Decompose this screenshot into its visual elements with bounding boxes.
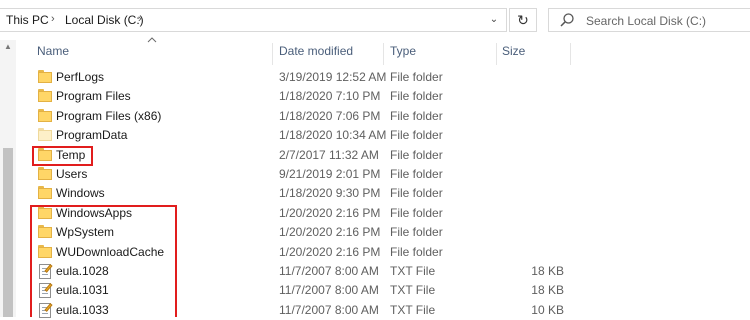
navigation-pane-scrollbar[interactable]: ▲ [0, 40, 16, 317]
address-bar[interactable]: This PC › Local Disk (C:) › ⌄ [0, 8, 507, 32]
text-file-icon [38, 302, 53, 318]
file-date-modified: 11/7/2007 8:00 AM [279, 283, 379, 298]
file-type: File folder [390, 225, 443, 240]
folder-icon [38, 167, 52, 180]
file-name: Program Files (x86) [56, 108, 162, 123]
file-date-modified: 1/18/2020 7:06 PM [279, 108, 381, 123]
file-type: TXT File [390, 264, 436, 278]
column-header-name[interactable]: Name [37, 44, 69, 64]
file-name: PerfLogs [56, 70, 105, 84]
file-size: 10 KB [531, 302, 564, 317]
file-type: File folder [390, 108, 443, 123]
file-row[interactable]: PerfLogs 3/19/2019 12:52 AM File folder [16, 68, 750, 87]
breadcrumb-this-pc[interactable]: This PC [6, 13, 49, 27]
file-row[interactable]: WindowsApps 1/20/2020 2:16 PM File folder [16, 204, 750, 223]
file-name: eula.1031 [56, 283, 109, 298]
file-date-modified: 11/7/2007 8:00 AM [279, 302, 379, 317]
folder-icon [38, 225, 52, 239]
file-name: WpSystem [56, 225, 115, 240]
file-name: Temp [56, 147, 86, 162]
file-name: ProgramData [56, 128, 128, 143]
search-icon [560, 13, 574, 27]
breadcrumb-local-disk[interactable]: Local Disk (C:) [65, 13, 144, 27]
text-file-icon [38, 264, 53, 279]
scrollbar-thumb[interactable] [3, 148, 13, 317]
file-name: WindowsApps [56, 205, 133, 220]
column-divider[interactable] [383, 43, 384, 65]
file-row[interactable]: Program Files 1/18/2020 7:10 PM File folde… [16, 87, 750, 106]
folder-icon [38, 70, 52, 83]
file-date-modified: 1/18/2020 7:10 PM [279, 89, 381, 104]
file-type: File folder [390, 128, 443, 143]
column-header-date[interactable]: Date modified [279, 44, 353, 64]
folder-icon [38, 108, 52, 122]
file-type: File folder [390, 70, 443, 84]
file-row[interactable]: eula.1028 11/7/2007 8:00 AM TXT File 18 KB [16, 262, 750, 281]
file-row[interactable]: ProgramData 1/18/2020 10:34 AM File folder [16, 126, 750, 145]
column-header-size[interactable]: Size [502, 44, 525, 64]
column-divider[interactable] [570, 43, 571, 65]
file-type: File folder [390, 205, 443, 220]
file-type: File folder [390, 244, 443, 259]
file-date-modified: 1/20/2020 2:16 PM [279, 244, 381, 259]
file-row[interactable]: Users 9/21/2019 2:01 PM File folder [16, 165, 750, 184]
column-divider[interactable] [272, 43, 273, 65]
file-date-modified: 1/18/2020 10:34 AM [279, 128, 387, 143]
refresh-icon: ↻ [517, 12, 529, 28]
folder-icon [38, 89, 52, 103]
chevron-right-icon[interactable]: › [51, 13, 55, 25]
file-type: TXT File [390, 283, 436, 298]
file-date-modified: 1/20/2020 2:16 PM [279, 225, 381, 240]
file-row[interactable]: WUDownloadCache 1/20/2020 2:16 PM File fol… [16, 243, 750, 262]
file-type: File folder [390, 147, 443, 162]
file-row[interactable]: Windows 1/18/2020 9:30 PM File folder [16, 184, 750, 203]
file-row[interactable]: Temp 2/7/2017 11:32 AM File folder [16, 146, 750, 165]
chevron-down-icon[interactable]: ⌄ [487, 13, 501, 27]
file-date-modified: 1/18/2020 9:30 PM [279, 186, 381, 201]
file-type: TXT File [390, 302, 436, 317]
text-file-icon [38, 283, 53, 299]
folder-icon [38, 244, 52, 258]
file-name: eula.1033 [56, 302, 109, 317]
column-divider[interactable] [496, 43, 497, 65]
folder-icon [38, 186, 52, 200]
file-name: Windows [56, 186, 105, 201]
file-name: eula.1028 [56, 264, 109, 278]
file-name: WUDownloadCache [56, 244, 165, 259]
file-date-modified: 1/20/2020 2:16 PM [279, 205, 381, 220]
file-date-modified: 2/7/2017 11:32 AM [279, 147, 379, 162]
folder-icon [38, 205, 52, 219]
search-input[interactable]: Search Local Disk (C:) [586, 14, 706, 28]
file-type: File folder [390, 167, 443, 181]
file-row[interactable]: eula.1031 11/7/2007 8:00 AM TXT File 18 KB [16, 281, 750, 300]
file-date-modified: 11/7/2007 8:00 AM [279, 264, 379, 278]
folder-icon [38, 147, 52, 161]
file-row[interactable]: WpSystem 1/20/2020 2:16 PM File folder [16, 223, 750, 242]
file-type: File folder [390, 186, 443, 201]
chevron-right-icon[interactable]: › [138, 13, 142, 25]
file-type: File folder [390, 89, 443, 104]
file-row[interactable]: Program Files (x86) 1/18/2020 7:06 PM File… [16, 107, 750, 126]
file-name: Program Files [56, 89, 131, 104]
folder-icon [38, 128, 52, 142]
file-size: 18 KB [531, 264, 564, 278]
column-header-type[interactable]: Type [390, 44, 416, 64]
file-size: 18 KB [531, 283, 564, 298]
search-box[interactable]: Search Local Disk (C:) [548, 8, 750, 32]
file-name: Users [56, 167, 88, 181]
scroll-up-icon[interactable]: ▲ [3, 42, 13, 52]
file-date-modified: 9/21/2019 2:01 PM [279, 167, 381, 181]
file-date-modified: 3/19/2019 12:52 AM [279, 70, 387, 84]
refresh-button[interactable]: ↻ [509, 8, 537, 32]
sort-up-icon [147, 37, 157, 43]
